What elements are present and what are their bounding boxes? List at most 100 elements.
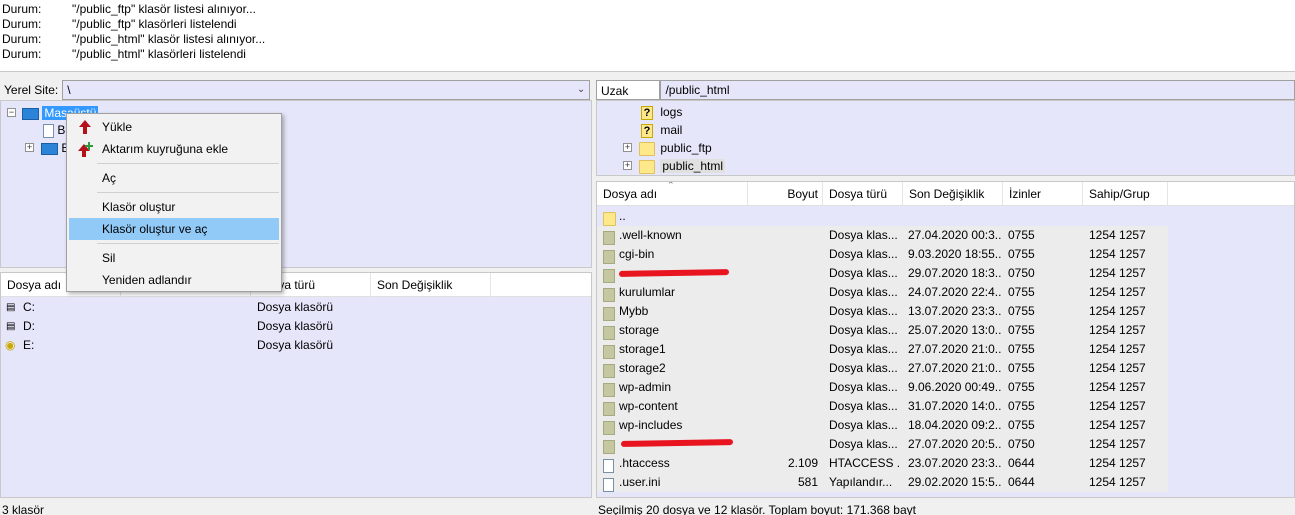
cell-name: wp-admin <box>619 380 672 394</box>
cell-perm: 0755 <box>1008 342 1035 356</box>
cell-perm: 0755 <box>1008 304 1035 318</box>
local-file-list[interactable]: Dosya adı Dosya boyutu Dosya türü Son De… <box>0 272 592 498</box>
table-row[interactable]: storage Dosya klas... 25.07.2020 13:0... 07… <box>597 321 1168 340</box>
cell-type: Dosya klas... <box>829 304 898 318</box>
cell-owner: 1254 1257 <box>1089 342 1146 356</box>
tree-item-public-ftp[interactable]: + public_ftp <box>623 139 712 157</box>
menu-separator <box>97 243 279 244</box>
cell-type: HTACCESS ... <box>829 456 901 470</box>
menu-item-delete[interactable]: Sil <box>69 247 279 269</box>
remote-list-header: ⌃ Dosya adı Boyut Dosya türü Son Değişik… <box>597 182 1294 206</box>
menu-separator <box>97 192 279 193</box>
tree-item-mail[interactable]: ? mail <box>641 121 682 139</box>
cell-type: Dosya klas... <box>829 285 898 299</box>
remote-site-label: Uzak Site: <box>596 80 661 118</box>
list-item[interactable]: ◉ E: Dosya klasörü <box>1 336 591 355</box>
cell-name: .well-known <box>619 228 682 242</box>
tree-item-public-html[interactable]: + public_html <box>623 157 726 175</box>
menu-item-upload[interactable]: Yükle <box>69 116 279 138</box>
collapse-icon[interactable]: − <box>7 108 16 117</box>
table-row[interactable]: .well-known Dosya klas... 27.04.2020 00:3.… <box>597 226 1168 245</box>
cell-type: Dosya klas... <box>829 437 898 451</box>
cell-type: Dosya klas... <box>829 247 898 261</box>
cell-size: 2.109 <box>787 456 818 470</box>
document-icon <box>43 123 54 138</box>
table-row[interactable]: .user.ini 581 Yapılandır... 29.02.2020 15:5… <box>597 473 1168 492</box>
menu-item-open[interactable]: Aç <box>69 167 279 189</box>
message-log: Durum: "/public_ftp" klasör listesi alını… <box>0 0 1295 72</box>
table-row[interactable]: kurulumlar Dosya klas... 24.07.2020 22:4..… <box>597 283 1168 302</box>
expand-icon[interactable]: + <box>623 161 632 170</box>
tree-item-logs[interactable]: ? logs <box>641 103 682 121</box>
column-header-name[interactable]: Dosya adı <box>597 182 748 206</box>
column-header-permissions[interactable]: İzinler <box>1003 182 1083 206</box>
tree-item-child1[interactable]: B <box>43 121 65 139</box>
menu-item-create-folder[interactable]: Klasör oluştur <box>69 196 279 218</box>
menu-separator <box>97 163 279 164</box>
chevron-down-icon[interactable]: ⌄ <box>577 81 585 99</box>
cell-owner: 1254 1257 <box>1089 323 1146 337</box>
menu-item-add-to-queue[interactable]: Aktarım kuyruğuna ekle <box>69 138 279 160</box>
column-header-size[interactable]: Boyut <box>748 182 823 206</box>
cell-owner: 1254 1257 <box>1089 228 1146 242</box>
cell-modified: 18.04.2020 09:2... <box>908 418 1001 432</box>
cell-modified: 27.07.2020 20:5... <box>908 437 1001 451</box>
expand-icon[interactable]: + <box>25 143 34 152</box>
table-row[interactable]: .htaccess 2.109 HTACCESS ... 23.07.2020 23:… <box>597 454 1168 473</box>
cell-owner: 1254 1257 <box>1089 285 1146 299</box>
cell-owner: 1254 1257 <box>1089 399 1146 413</box>
table-row[interactable]: Mybb Dosya klas... 13.07.2020 23:3... 0755 1… <box>597 302 1168 321</box>
cell-perm: 0755 <box>1008 247 1035 261</box>
remote-path-input[interactable]: /public_html <box>660 80 1295 100</box>
list-item[interactable]: ▤ C: Dosya klasörü <box>1 298 591 317</box>
cell-owner: 1254 1257 <box>1089 437 1146 451</box>
cell-modified: 9.03.2020 18:55... <box>908 247 1001 261</box>
remote-file-list[interactable]: ⌃ Dosya adı Boyut Dosya türü Son Değişik… <box>596 181 1295 498</box>
local-status: 3 klasör <box>2 502 45 515</box>
folder-icon <box>639 159 655 174</box>
cell-type: Dosya klas... <box>829 380 898 394</box>
table-row[interactable]: cgi-bin Dosya klas... 9.03.2020 18:55... 07… <box>597 245 1168 264</box>
table-row[interactable]: wp-admin Dosya klas... 9.06.2020 00:49... 0… <box>597 378 1168 397</box>
add-queue-icon <box>78 142 93 157</box>
menu-item-create-folder-and-open[interactable]: Klasör oluştur ve aç <box>69 218 279 240</box>
cell-type: Dosya klas... <box>829 228 898 242</box>
table-row[interactable]: wp-content Dosya klas... 31.07.2020 14:0..… <box>597 397 1168 416</box>
column-header-owner[interactable]: Sahip/Grup <box>1083 182 1168 206</box>
expand-icon[interactable]: + <box>623 143 632 152</box>
local-path-input[interactable]: \ ⌄ <box>62 80 591 100</box>
remote-status: Seçilmiş 20 dosya ve 12 klasör. Toplam b… <box>598 502 916 515</box>
cell-owner: 1254 1257 <box>1089 456 1146 470</box>
remote-tree[interactable]: ? logs ? mail + public_ftp + public_html <box>596 100 1295 176</box>
column-header-type[interactable]: Dosya türü <box>823 182 903 206</box>
folder-icon <box>639 141 655 156</box>
cell-perm: 0755 <box>1008 323 1035 337</box>
table-row[interactable]: storage1 Dosya klas... 27.07.2020 21:0... 0… <box>597 340 1168 359</box>
cell-modified: 13.07.2020 23:3... <box>908 304 1001 318</box>
cd-drive-icon: ◉ <box>5 338 16 352</box>
unknown-folder-icon: ? <box>641 105 653 120</box>
log-line: Durum: "/public_ftp" klasör listesi alını… <box>2 2 256 16</box>
table-row[interactable]: wp-includes Dosya klas... 18.04.2020 09:2.… <box>597 416 1168 435</box>
cell-owner: 1254 1257 <box>1089 475 1146 489</box>
cell-name: storage <box>619 323 660 337</box>
tree-item-child2[interactable]: + B <box>25 139 69 157</box>
list-item[interactable]: ▤ D: Dosya klasörü <box>1 317 591 336</box>
log-line: Durum: "/public_html" klasörleri listelen… <box>2 47 246 61</box>
local-site-label: Yerel Site: <box>4 83 59 97</box>
cell-perm: 0755 <box>1008 361 1035 375</box>
column-header-modified[interactable]: Son Değişiklik <box>903 182 1003 206</box>
cell-owner: 1254 1257 <box>1089 361 1146 375</box>
cell-owner: 1254 1257 <box>1089 266 1146 280</box>
cell-owner: 1254 1257 <box>1089 247 1146 261</box>
table-row[interactable]: .. <box>597 207 1168 226</box>
column-header-modified[interactable]: Son Değişiklik <box>371 273 491 297</box>
cell-name: cgi-bin <box>619 247 655 261</box>
local-site-bar: Yerel Site: \ ⌄ <box>0 79 592 101</box>
menu-item-rename[interactable]: Yeniden adlandır <box>69 269 279 291</box>
log-line: Durum: "/public_html" klasör listesi alın… <box>2 32 266 46</box>
table-row[interactable]: storage2 Dosya klas... 27.07.2020 21:0... 0… <box>597 359 1168 378</box>
cell-perm: 0755 <box>1008 380 1035 394</box>
cell-name: wp-content <box>619 399 678 413</box>
file-icon <box>603 475 614 494</box>
